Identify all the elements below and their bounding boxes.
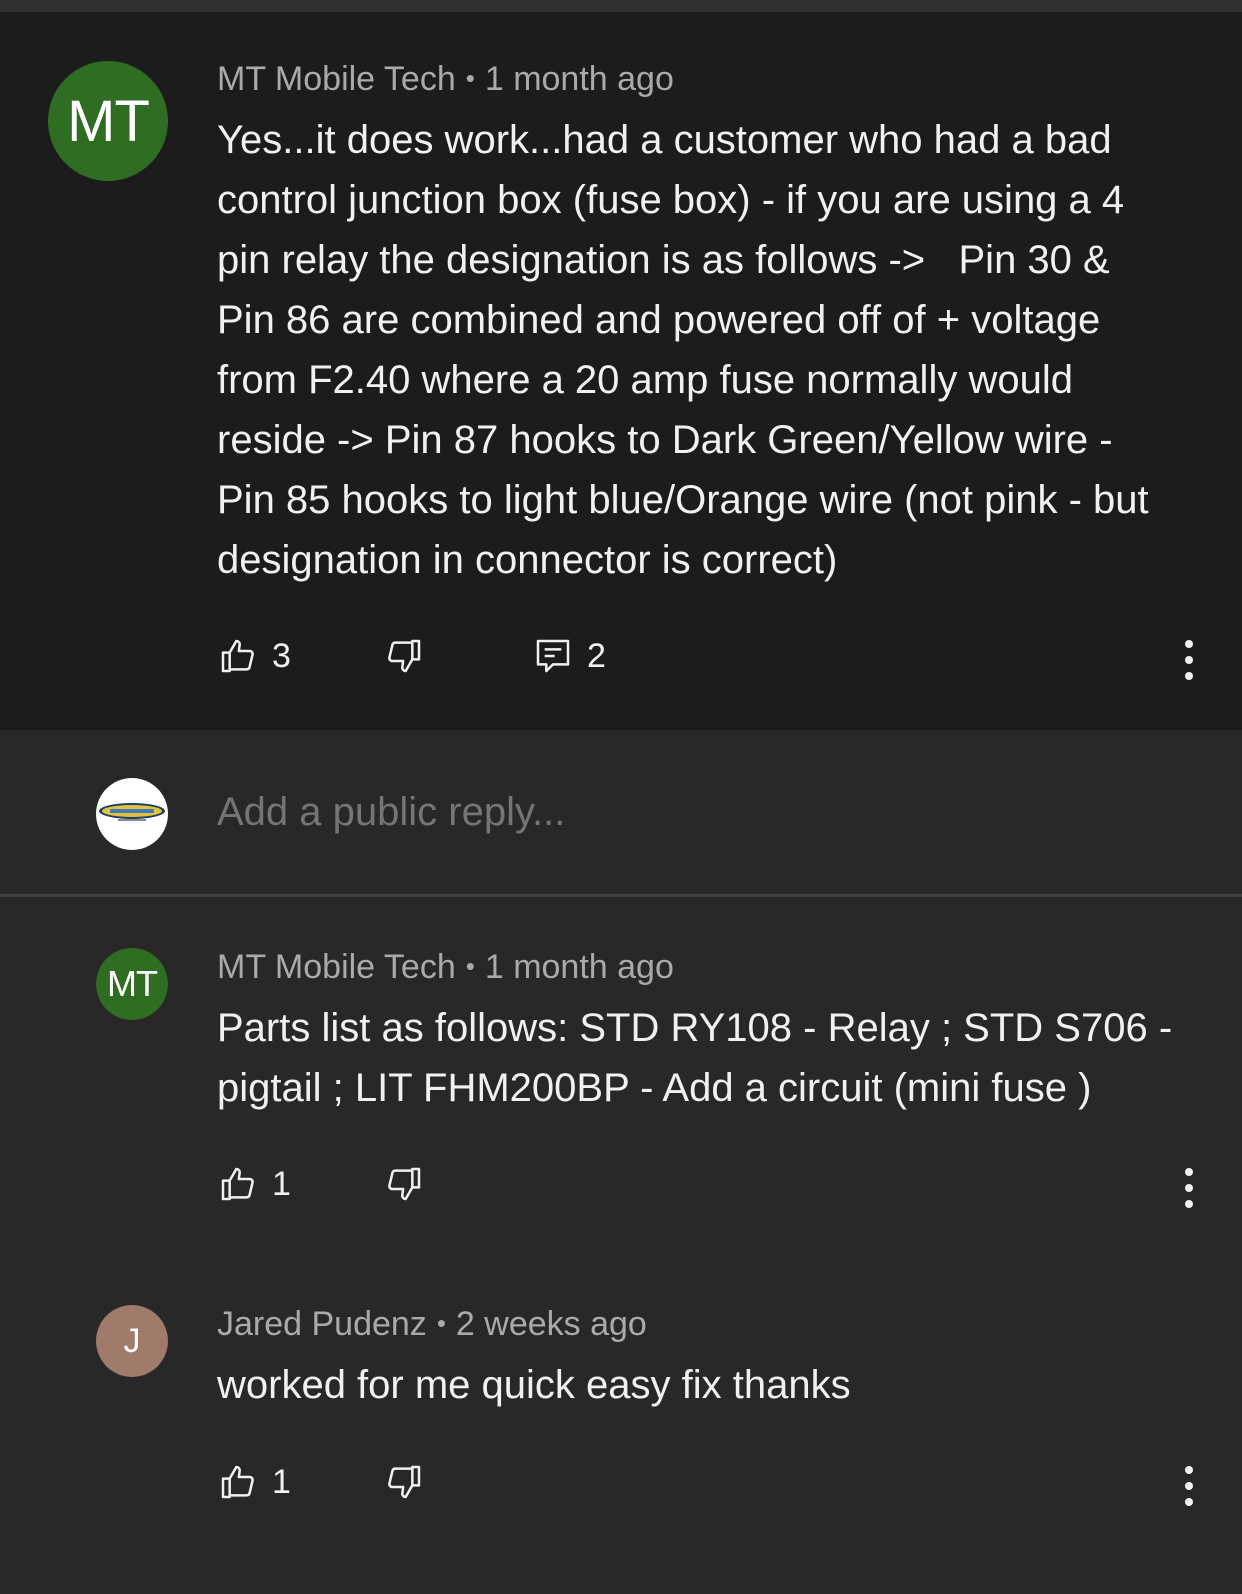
- comment-line: Pin 85 hooks to light blue/Orange wire (…: [217, 478, 1149, 522]
- avatar-initials: J: [123, 1321, 141, 1360]
- meta-separator: •: [436, 1308, 446, 1338]
- avatar-initials: MT: [67, 88, 150, 154]
- more-options-button[interactable]: [1178, 1466, 1200, 1506]
- more-vertical-icon: [1185, 1466, 1193, 1474]
- dislike-button[interactable]: [384, 1164, 424, 1204]
- comment-line: from F2.40 where a 20 amp fuse normally …: [217, 358, 1073, 402]
- comment-icon: [536, 639, 570, 673]
- thumbs-up-icon: [221, 639, 254, 673]
- comment-meta: MT Mobile Tech • 1 month ago: [217, 60, 674, 99]
- meta-separator: •: [465, 63, 475, 93]
- more-vertical-icon: [1185, 1168, 1193, 1176]
- avatar-initials: MT: [107, 963, 158, 1004]
- comment-line: Yes...it does work...had a customer who …: [217, 118, 1112, 162]
- thumbs-up-icon: [221, 1167, 254, 1201]
- current-user-avatar[interactable]: [96, 778, 168, 850]
- author-avatar[interactable]: J: [96, 1305, 168, 1377]
- thumbs-down-icon: [388, 1465, 421, 1499]
- thumbs-down-icon: [388, 639, 421, 673]
- author-avatar[interactable]: MT: [96, 948, 168, 1020]
- comment-meta: MT Mobile Tech • 1 month ago: [217, 948, 674, 987]
- comment-line: control junction box (fuse box) - if you…: [217, 178, 1125, 222]
- reply-button[interactable]: 2: [533, 636, 606, 676]
- channel-logo-icon: [99, 803, 165, 821]
- comment-line: Pin 86 are combined and powered off of +…: [217, 298, 1101, 342]
- more-options-button[interactable]: [1178, 640, 1200, 680]
- comment-time[interactable]: 1 month ago: [485, 948, 674, 986]
- comment-meta: Jared Pudenz • 2 weeks ago: [217, 1305, 647, 1344]
- like-count: 3: [272, 636, 291, 675]
- comment-line: Parts list as follows: STD RY108 - Relay…: [217, 1006, 1173, 1050]
- meta-separator: •: [465, 951, 475, 981]
- comment-line: pin relay the designation is as follows …: [217, 238, 1110, 282]
- more-options-button[interactable]: [1178, 1168, 1200, 1208]
- like-button[interactable]: 3: [218, 636, 291, 676]
- comment-line: designation in connector is correct): [217, 538, 838, 582]
- dislike-button[interactable]: [384, 1462, 424, 1502]
- thumbs-down-icon: [388, 1167, 421, 1201]
- comment-time[interactable]: 1 month ago: [485, 60, 674, 98]
- like-button[interactable]: 1: [218, 1164, 291, 1204]
- like-count: 1: [272, 1462, 291, 1501]
- comment-text: worked for me quick easy fix thanks: [217, 1355, 851, 1415]
- comment-line: pigtail ; LIT FHM200BP - Add a circuit (…: [217, 1066, 1092, 1110]
- comment-line: reside -> Pin 87 hooks to Dark Green/Yel…: [217, 418, 1113, 462]
- reply-count: 2: [587, 636, 606, 675]
- reply-input[interactable]: [217, 790, 1017, 835]
- top-edge-bar: [0, 0, 1242, 12]
- thumbs-up-icon: [221, 1465, 254, 1499]
- author-name[interactable]: MT Mobile Tech: [217, 948, 456, 986]
- author-name[interactable]: MT Mobile Tech: [217, 60, 456, 98]
- like-count: 1: [272, 1164, 291, 1203]
- comment-text: Yes...it does work...had a customer who …: [217, 110, 1149, 590]
- comment-text: Parts list as follows: STD RY108 - Relay…: [217, 998, 1172, 1118]
- author-avatar[interactable]: MT: [48, 61, 168, 181]
- author-name[interactable]: Jared Pudenz: [217, 1305, 427, 1343]
- comment-time[interactable]: 2 weeks ago: [456, 1305, 647, 1343]
- like-button[interactable]: 1: [218, 1462, 291, 1502]
- more-vertical-icon: [1185, 640, 1193, 648]
- dislike-button[interactable]: [384, 636, 424, 676]
- comment-line: worked for me quick easy fix thanks: [217, 1363, 851, 1407]
